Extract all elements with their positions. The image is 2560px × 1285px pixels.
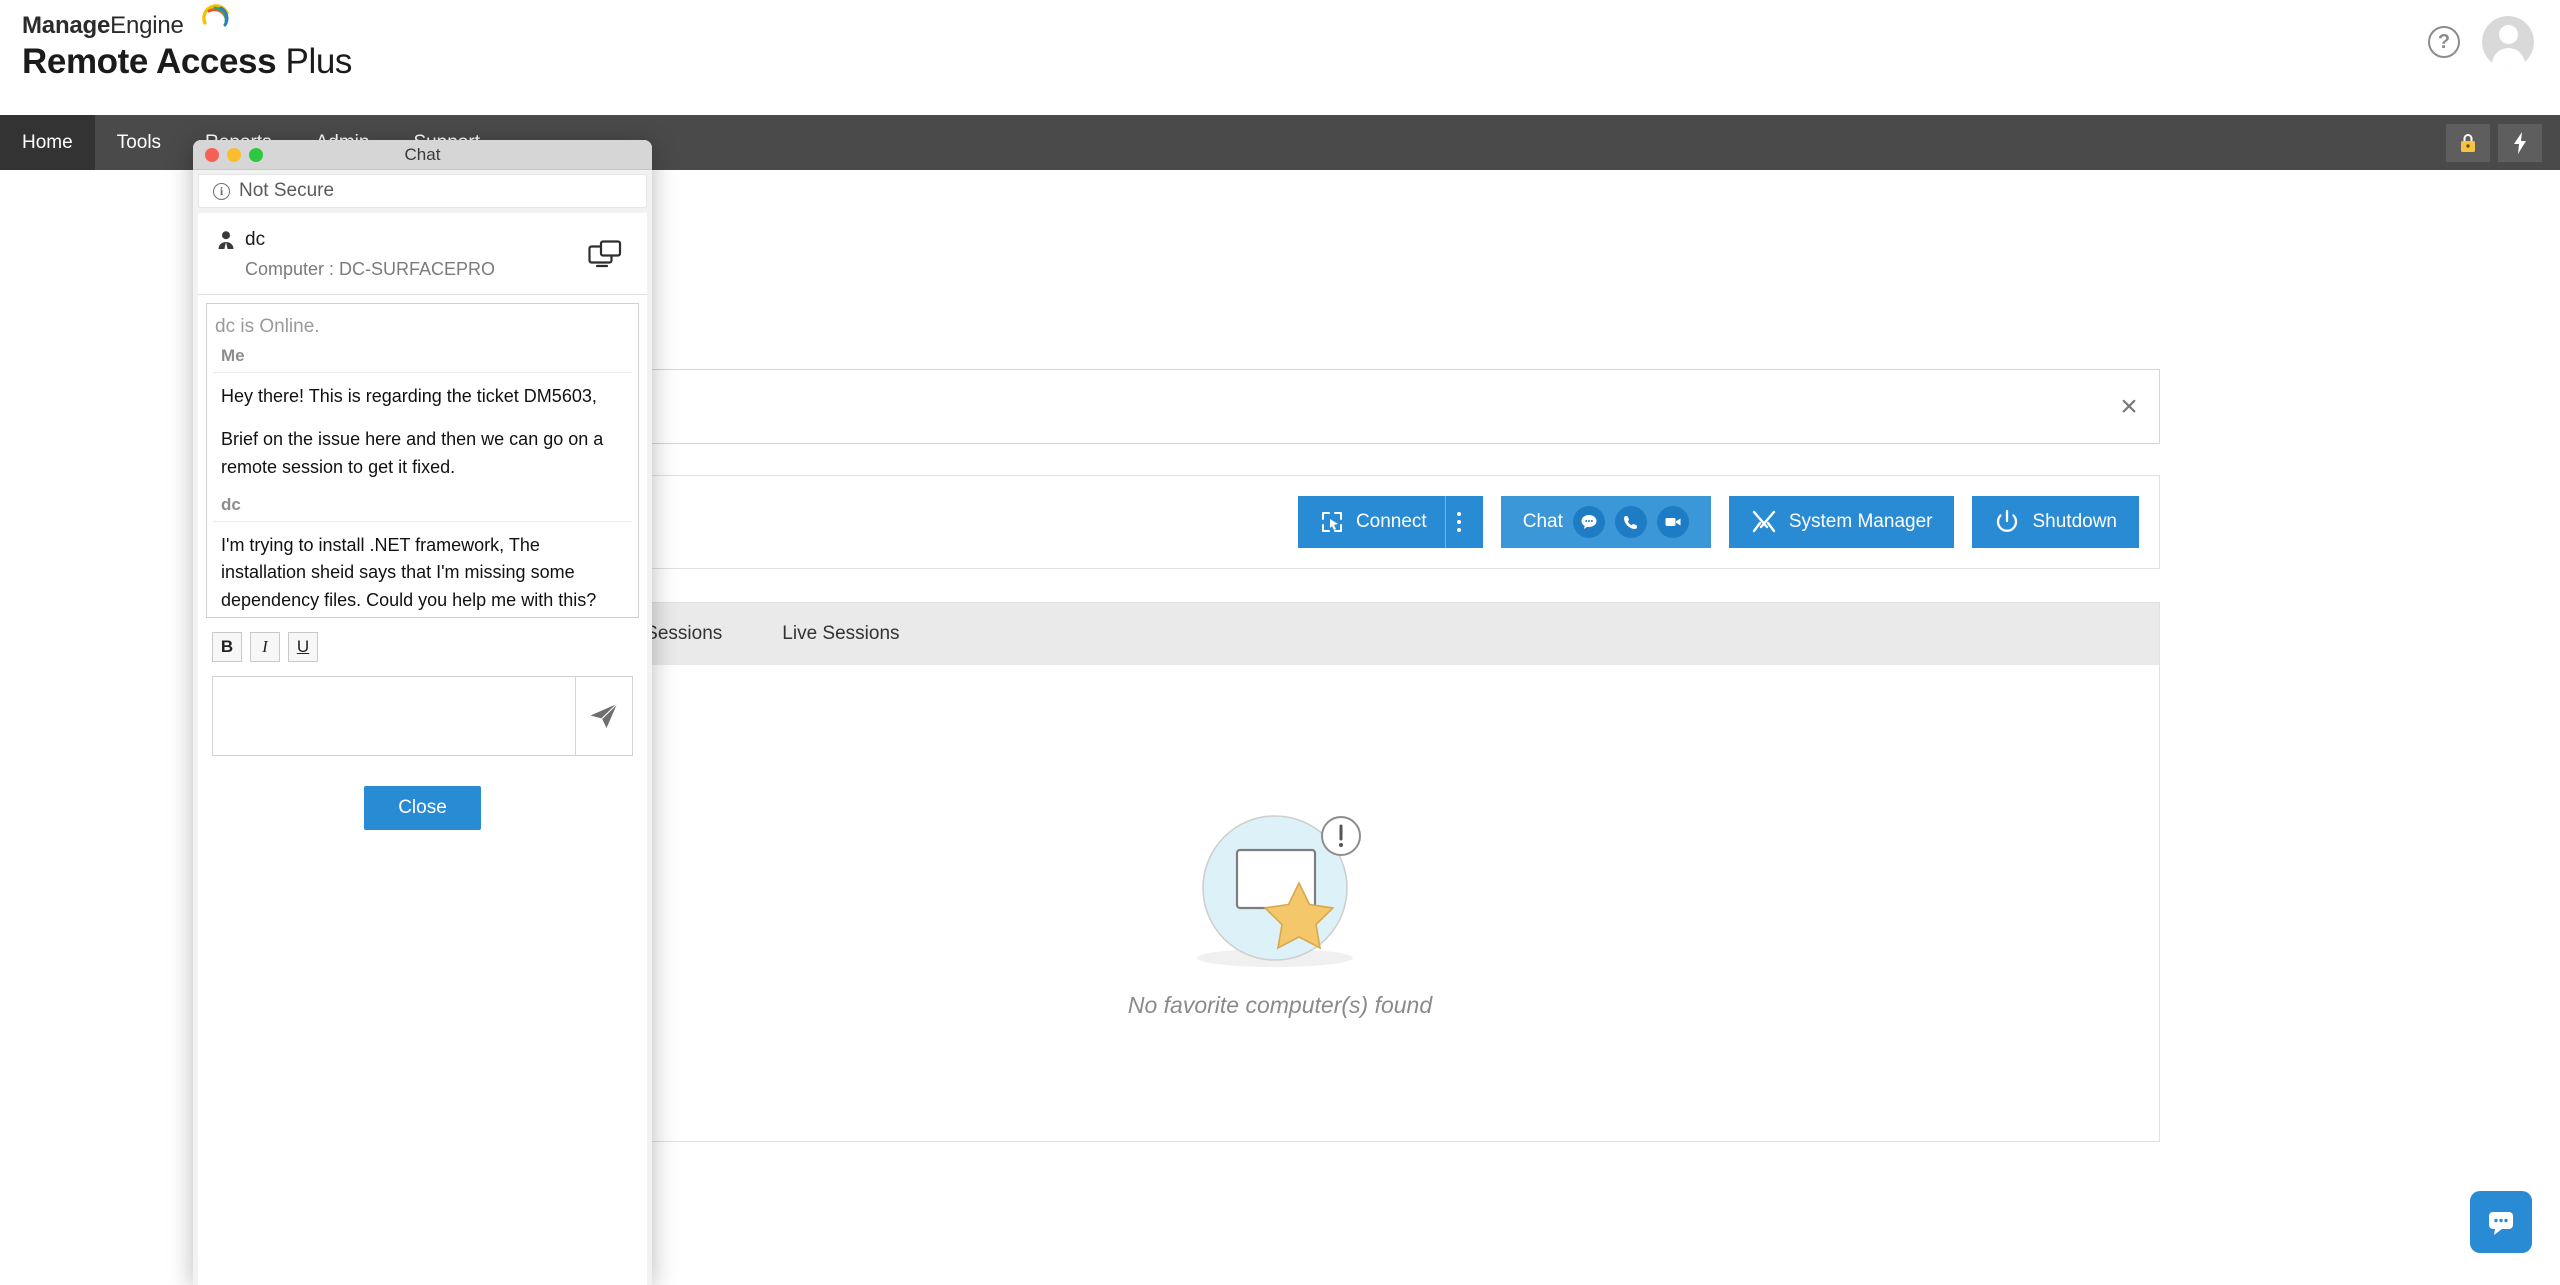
- power-icon: [1994, 509, 2020, 535]
- lock-icon[interactable]: [2446, 124, 2490, 162]
- tab-live-sessions[interactable]: Live Sessions: [752, 603, 929, 665]
- video-camera-glyph: [1664, 513, 1682, 531]
- connect-icon: [1320, 510, 1344, 534]
- chat-message-icon[interactable]: [1573, 506, 1605, 538]
- avatar[interactable]: [2482, 16, 2534, 68]
- shutdown-button[interactable]: Shutdown: [1972, 496, 2139, 548]
- chat-window-titlebar: Chat: [193, 140, 652, 170]
- chat-peer-header: dc Computer : DC-SURFACEPRO: [198, 213, 647, 295]
- clear-search-icon[interactable]: ×: [2099, 370, 2159, 443]
- message-list[interactable]: dc is Online. Me Hey there! This is rega…: [206, 303, 639, 618]
- empty-state-illustration: [1165, 788, 1395, 978]
- send-icon: [589, 702, 619, 730]
- message-line: Hey there! This is regarding the ticket …: [221, 383, 624, 410]
- floating-chat-button[interactable]: [2470, 1191, 2532, 1253]
- message-group: dc I'm trying to install .NET framework,…: [213, 491, 632, 618]
- no-favorites-graphic: [1165, 788, 1395, 978]
- brand-header: ManageEngine Remote Access Plus ?: [0, 0, 2560, 115]
- user-icon: [216, 230, 236, 250]
- bolt-glyph: [2512, 131, 2528, 155]
- chat-footer: Close: [198, 786, 647, 830]
- search-bar: ×: [400, 369, 2160, 444]
- header-actions: ?: [2428, 16, 2534, 68]
- status-line: dc is Online.: [213, 314, 632, 342]
- nav-right-actions: [2446, 115, 2560, 170]
- product-name: Remote Access Plus: [22, 42, 352, 82]
- manageengine-logo: ManageEngine Remote Access Plus: [22, 12, 352, 82]
- video-call-icon[interactable]: [1657, 506, 1689, 538]
- product-name-suffix: Plus: [286, 42, 353, 81]
- shutdown-label: Shutdown: [2032, 511, 2117, 533]
- search-input[interactable]: [401, 370, 2099, 443]
- product-name-main: Remote Access: [22, 42, 276, 81]
- format-toolbar: B I U: [198, 618, 647, 662]
- message-body: I'm trying to install .NET framework, Th…: [213, 522, 632, 618]
- tabs-bar: Favourites Recent Sessions Live Sessions: [401, 603, 2159, 665]
- security-indicator[interactable]: i Not Secure: [198, 174, 647, 208]
- system-manager-button[interactable]: System Manager: [1729, 496, 1955, 548]
- system-manager-label: System Manager: [1789, 511, 1933, 533]
- computers-panel: Favourites Recent Sessions Live Sessions…: [400, 602, 2160, 1142]
- chat-bubble-glyph: [1580, 513, 1598, 531]
- message-body: Hey there! This is regarding the ticket …: [213, 373, 632, 491]
- chat-label: Chat: [1523, 511, 1563, 533]
- italic-button[interactable]: I: [250, 632, 280, 662]
- nav-item-tools[interactable]: Tools: [95, 115, 183, 170]
- connect-more-icon[interactable]: [1445, 496, 1471, 548]
- company-name-light: Engine: [110, 12, 184, 39]
- screen-share-icon[interactable]: [583, 233, 627, 277]
- screen-share-glyph: [588, 240, 622, 270]
- connect-button[interactable]: Connect: [1298, 496, 1483, 548]
- message-author: dc: [213, 491, 632, 522]
- chat-bubble-icon: [2486, 1207, 2516, 1237]
- phone-glyph: [1622, 513, 1640, 531]
- manageengine-swoosh-icon: [201, 3, 231, 33]
- info-icon: i: [213, 183, 230, 200]
- empty-state: No favorite computer(s) found: [401, 665, 2159, 1141]
- company-name-bold: Manage: [22, 12, 110, 39]
- security-label: Not Secure: [239, 180, 334, 202]
- computer-action-bar: Connect Chat: [400, 475, 2160, 569]
- underline-button[interactable]: U: [288, 632, 318, 662]
- peer-name: dc: [245, 229, 265, 251]
- help-icon[interactable]: ?: [2428, 26, 2460, 58]
- nav-item-home[interactable]: Home: [0, 115, 95, 170]
- chat-button[interactable]: Chat: [1501, 496, 1711, 548]
- message-line: I'm trying to install .NET framework, Th…: [221, 532, 624, 614]
- voice-call-icon[interactable]: [1615, 506, 1647, 538]
- compose-area: [212, 676, 633, 756]
- peer-computer: Computer : DC-SURFACEPRO: [245, 259, 629, 280]
- close-button[interactable]: Close: [364, 786, 481, 830]
- connect-label: Connect: [1356, 511, 1427, 533]
- bolt-icon[interactable]: [2498, 124, 2542, 162]
- empty-state-message: No favorite computer(s) found: [1128, 992, 1432, 1019]
- chat-window: Chat i Not Secure dc Computer : DC-SURFA…: [193, 140, 652, 1285]
- bold-button[interactable]: B: [212, 632, 242, 662]
- chat-content: dc Computer : DC-SURFACEPRO dc is Online…: [198, 213, 647, 1285]
- send-button[interactable]: [575, 677, 632, 755]
- system-manager-icon: [1751, 509, 1777, 535]
- message-line: Brief on the issue here and then we can …: [221, 426, 624, 481]
- peer-name-row: dc: [216, 229, 629, 251]
- company-wordmark: ManageEngine: [22, 12, 184, 40]
- message-author: Me: [213, 342, 632, 373]
- lock-glyph: [2458, 132, 2478, 154]
- chat-window-title: Chat: [193, 145, 652, 165]
- message-input[interactable]: [213, 677, 575, 755]
- message-group: Me Hey there! This is regarding the tick…: [213, 342, 632, 491]
